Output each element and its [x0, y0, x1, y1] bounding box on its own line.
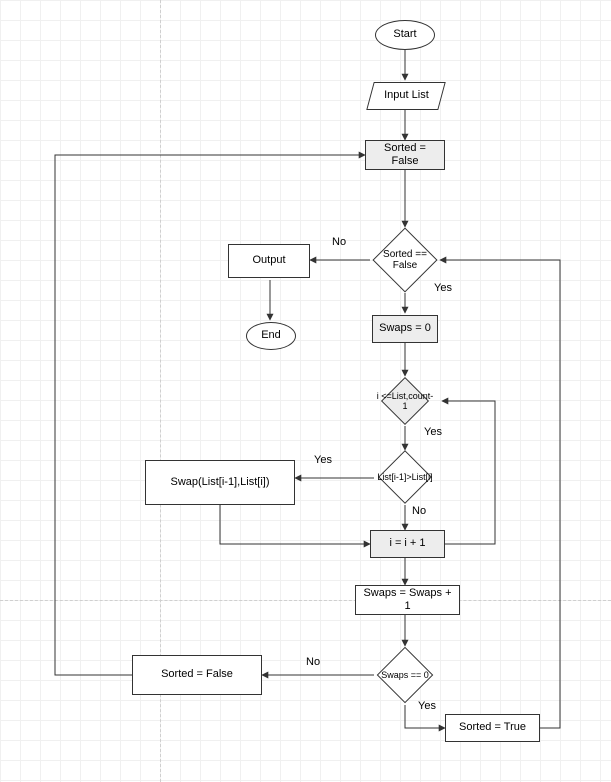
node-label: Sorted = False: [370, 142, 440, 168]
edge-label-yes: Yes: [314, 454, 332, 466]
node-label: Start: [393, 28, 416, 41]
node-input[interactable]: Input List: [366, 82, 446, 110]
node-cond-sorted[interactable]: Sorted == False: [382, 237, 428, 283]
node-inc-i[interactable]: i = i + 1: [370, 530, 445, 558]
node-sorted-false[interactable]: Sorted = False: [365, 140, 445, 170]
node-label: Sorted = True: [459, 721, 526, 734]
node-inc-swaps[interactable]: Swaps = Swaps + 1: [355, 585, 460, 615]
edge-label-yes: Yes: [424, 426, 442, 438]
node-swaps0[interactable]: Swaps = 0: [372, 315, 438, 343]
node-label: Sorted = False: [161, 668, 233, 681]
node-label: Output: [252, 254, 285, 267]
node-label: i <=List,count-1: [374, 370, 436, 432]
node-set-false[interactable]: Sorted = False: [132, 655, 262, 695]
node-label: Input List: [384, 89, 429, 102]
node-label: Swaps == 0: [375, 645, 435, 705]
node-set-true[interactable]: Sorted = True: [445, 714, 540, 742]
node-label: Sorted == False: [372, 227, 438, 293]
node-label: List[i-1]>List[i]: [374, 446, 436, 508]
edge-label-no: No: [332, 236, 346, 248]
node-cond-i[interactable]: i <=List,count-1: [388, 384, 422, 418]
node-label: End: [261, 329, 281, 342]
edge-label-yes: Yes: [418, 700, 436, 712]
node-label: i = i + 1: [389, 537, 425, 550]
node-start[interactable]: Start: [375, 20, 435, 50]
node-output[interactable]: Output: [228, 244, 310, 278]
node-cond-compare[interactable]: List[i-1]>List[i]: [386, 458, 424, 496]
node-label: Swaps = 0: [379, 322, 431, 335]
node-label: Swaps = Swaps + 1: [360, 587, 455, 613]
node-cond-swaps0[interactable]: Swaps == 0: [385, 655, 425, 695]
node-label: Swap(List[i-1],List[i]): [170, 476, 269, 489]
edge-label-no: No: [412, 505, 426, 517]
node-swap[interactable]: Swap(List[i-1],List[i]): [145, 460, 295, 505]
edge-label-no: No: [306, 656, 320, 668]
edge-label-yes: Yes: [434, 282, 452, 294]
node-end[interactable]: End: [246, 322, 296, 350]
